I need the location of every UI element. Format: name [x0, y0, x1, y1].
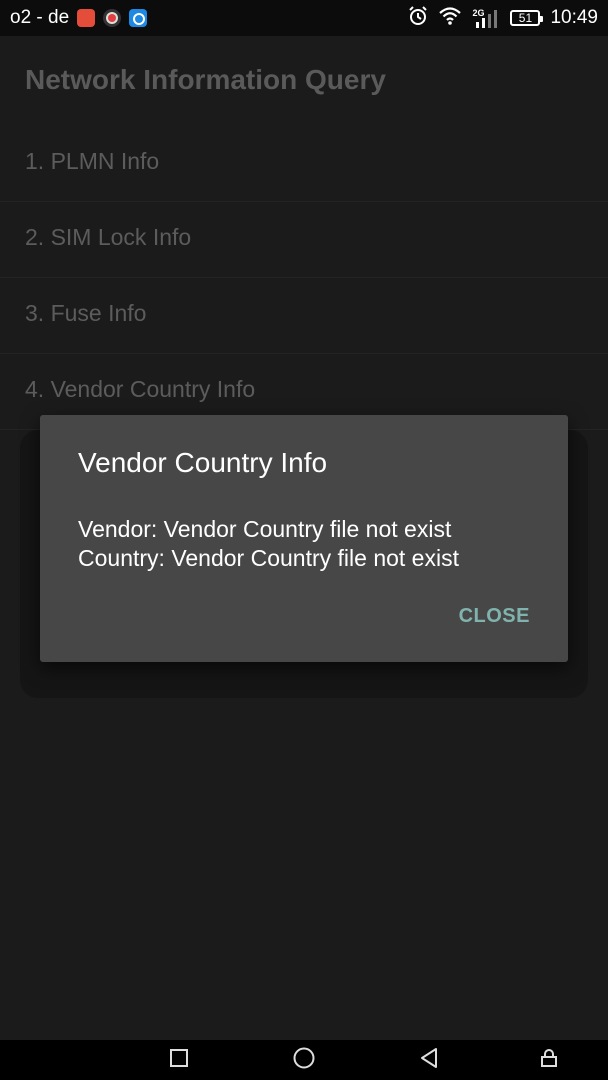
lock-icon: [540, 1048, 558, 1073]
clock: 10:49: [550, 7, 598, 28]
back-button[interactable]: [399, 1040, 459, 1080]
battery-icon: 51: [510, 10, 544, 26]
menu-item-fuse-info[interactable]: 3. Fuse Info: [0, 278, 608, 354]
menu-item-label: 4. Vendor Country Info: [25, 376, 256, 402]
record-app-icon: [103, 9, 122, 27]
health-app-icon: [77, 9, 96, 27]
close-button[interactable]: CLOSE: [459, 605, 530, 628]
home-button[interactable]: [274, 1040, 334, 1080]
signal-icon: 2G: [472, 6, 500, 30]
lock-button[interactable]: [519, 1040, 579, 1080]
square-icon: [169, 1048, 189, 1073]
country-line: Country: Vendor Country file not exist: [78, 545, 459, 571]
alarm-icon: [408, 5, 428, 31]
vendor-country-dialog: Vendor Country Info Vendor: Vendor Count…: [40, 415, 568, 662]
status-left: o2 - de: [10, 0, 148, 36]
triangle-back-icon: [418, 1047, 440, 1074]
dialog-message: Vendor: Vendor Country file not exist Co…: [78, 515, 459, 573]
page-title: Network Information Query: [25, 64, 386, 95]
battery-level: 51: [518, 11, 533, 25]
carrier-label: o2 - de: [10, 7, 70, 28]
navigation-bar: [0, 1040, 608, 1080]
recents-button[interactable]: [149, 1040, 209, 1080]
menu-item-label: 2. SIM Lock Info: [25, 224, 192, 250]
wifi-icon: [438, 6, 462, 31]
menu-item-sim-lock-info[interactable]: 2. SIM Lock Info: [0, 202, 608, 278]
sync-app-icon: [129, 9, 148, 27]
menu-item-plmn-info[interactable]: 1. PLMN Info: [0, 126, 608, 202]
screen: o2 - de 2G 51 10:49 Network Information …: [0, 0, 608, 1080]
menu-list: 1. PLMN Info 2. SIM Lock Info 3. Fuse In…: [0, 126, 608, 430]
app-header: Network Information Query: [0, 36, 608, 126]
dialog-title: Vendor Country Info: [78, 447, 328, 478]
status-bar: o2 - de 2G 51 10:49: [0, 0, 608, 36]
circle-icon: [292, 1046, 316, 1075]
status-right: 2G 51 10:49: [408, 0, 598, 36]
menu-item-label: 3. Fuse Info: [25, 300, 147, 326]
menu-item-label: 1. PLMN Info: [25, 148, 160, 174]
vendor-line: Vendor: Vendor Country file not exist: [78, 516, 452, 542]
